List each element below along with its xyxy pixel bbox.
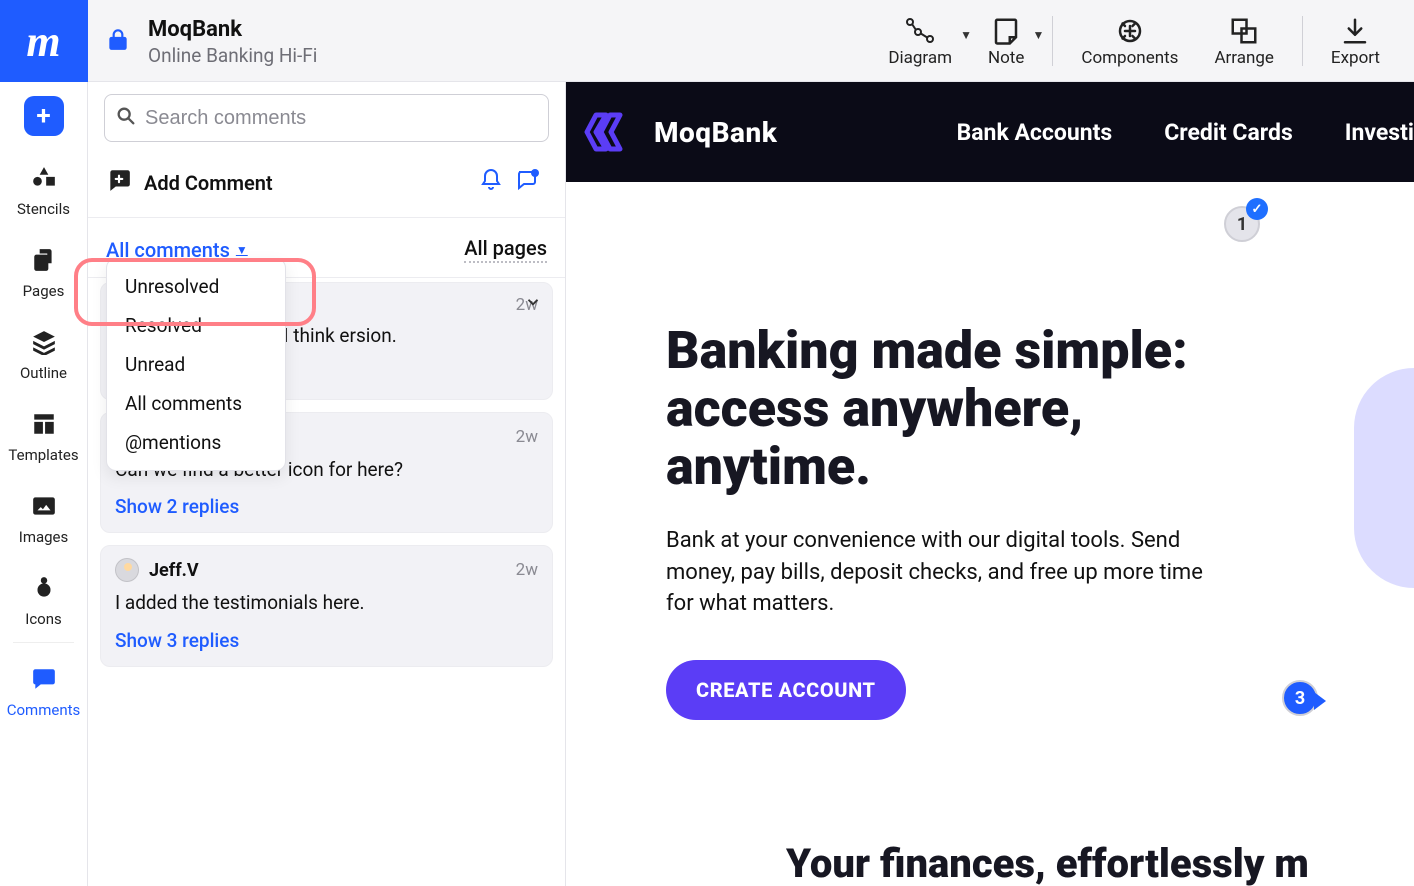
avatar xyxy=(115,558,139,582)
rail-icons[interactable]: Icons xyxy=(0,556,88,638)
arrange-icon xyxy=(1229,14,1259,48)
templates-icon xyxy=(26,406,62,442)
comment-settings-icon[interactable] xyxy=(509,164,547,201)
rail-templates[interactable]: Templates xyxy=(0,392,88,474)
rail-separator xyxy=(13,642,74,643)
marker-number: 3 xyxy=(1295,688,1305,709)
rail-stencils[interactable]: Stencils xyxy=(0,146,88,228)
tool-label: Note xyxy=(988,48,1024,68)
add-button[interactable]: + xyxy=(0,82,88,146)
menu-item-unread[interactable]: Unread xyxy=(107,345,285,384)
menu-item-unresolved[interactable]: Unresolved xyxy=(107,267,285,306)
chevron-down-icon[interactable] xyxy=(524,293,542,315)
outline-icon xyxy=(26,324,62,360)
add-comment-row: Add Comment xyxy=(88,152,565,218)
tool-export[interactable]: Export xyxy=(1313,14,1414,68)
check-icon: ✓ xyxy=(1246,198,1268,220)
plus-icon: + xyxy=(24,96,64,136)
components-icon xyxy=(1115,14,1145,48)
menu-item-mentions[interactable]: @mentions xyxy=(107,423,285,462)
tool-arrange[interactable]: Arrange xyxy=(1196,14,1291,68)
search-input[interactable] xyxy=(145,107,538,130)
mock-brand: MoqBank xyxy=(654,116,777,149)
tool-diagram[interactable]: Diagram ▼ xyxy=(870,14,970,68)
rail-label: Pages xyxy=(0,282,88,300)
pages-icon xyxy=(26,242,62,278)
stencils-icon xyxy=(26,160,62,196)
tool-note[interactable]: Note ▼ xyxy=(970,14,1042,68)
hero-title: Banking made simple: access anywhere, an… xyxy=(666,322,1246,497)
logo-m-icon: m xyxy=(26,16,60,67)
add-comment-icon[interactable] xyxy=(106,167,132,198)
search-comments[interactable] xyxy=(104,94,549,142)
project-title: MoqBank xyxy=(148,17,317,42)
comment-author: Jeff.V xyxy=(149,560,199,581)
tool-label: Components xyxy=(1081,48,1178,68)
app-logo[interactable]: m xyxy=(0,0,88,82)
comments-panel: Add Comment All comments ▼ All pages 2w … xyxy=(88,82,566,886)
tool-label: Arrange xyxy=(1214,48,1273,68)
show-replies-link[interactable]: Show 3 replies xyxy=(115,629,538,652)
caret-down-icon: ▼ xyxy=(236,243,248,257)
nav-bank-accounts[interactable]: Bank Accounts xyxy=(957,119,1113,146)
mock-hero: Banking made simple: access anywhere, an… xyxy=(566,182,1246,720)
bell-icon[interactable] xyxy=(473,164,509,201)
comment-timestamp: 2w xyxy=(516,560,538,580)
rail-label: Templates xyxy=(0,446,88,464)
comments-icon xyxy=(26,661,62,697)
nav-credit-cards[interactable]: Credit Cards xyxy=(1164,119,1293,146)
rail-label: Stencils xyxy=(0,200,88,218)
top-toolbar: MoqBank Online Banking Hi-Fi Diagram ▼ N… xyxy=(88,0,1414,82)
mock-nav: Bank Accounts Credit Cards Investi xyxy=(957,119,1414,146)
rail-label: Icons xyxy=(0,610,88,628)
tool-label: Export xyxy=(1331,48,1380,68)
export-icon xyxy=(1340,14,1370,48)
comment-marker-1[interactable]: 1 ✓ xyxy=(1224,206,1260,242)
images-icon xyxy=(26,488,62,524)
comment-filter-menu[interactable]: Unresolved Resolved Unread All comments … xyxy=(106,258,286,471)
design-canvas[interactable]: MoqBank Bank Accounts Credit Cards Inves… xyxy=(566,82,1414,886)
marker-number: 1 xyxy=(1237,214,1247,235)
rail-label: Outline xyxy=(0,364,88,382)
comment-timestamp: 2w xyxy=(516,427,538,447)
menu-item-resolved[interactable]: Resolved xyxy=(107,306,285,345)
moqbank-logo-icon xyxy=(584,111,630,153)
rail-label: Images xyxy=(0,528,88,546)
diagram-icon xyxy=(904,14,936,48)
menu-item-all[interactable]: All comments xyxy=(107,384,285,423)
rail-comments[interactable]: Comments xyxy=(0,651,88,729)
add-comment-label[interactable]: Add Comment xyxy=(144,171,273,195)
toolbar-separator xyxy=(1052,16,1053,66)
rail-outline[interactable]: Outline xyxy=(0,310,88,392)
comment-marker-3[interactable]: 3 xyxy=(1282,680,1318,716)
lock-icon[interactable] xyxy=(88,26,148,56)
nav-investing[interactable]: Investi xyxy=(1345,119,1414,146)
mock-site-header: MoqBank Bank Accounts Credit Cards Inves… xyxy=(566,82,1414,182)
project-subtitle: Online Banking Hi-Fi xyxy=(148,44,317,67)
rail-label: Comments xyxy=(0,701,88,719)
mock-subheadline: Your finances, effortlessly m xyxy=(786,840,1414,886)
tool-label: Diagram xyxy=(888,48,952,68)
search-icon xyxy=(115,105,137,131)
show-replies-link[interactable]: Show 2 replies xyxy=(115,495,538,518)
rail-pages[interactable]: Pages xyxy=(0,228,88,310)
project-info[interactable]: MoqBank Online Banking Hi-Fi xyxy=(148,15,317,67)
toolbar-separator xyxy=(1302,16,1303,66)
note-icon xyxy=(991,14,1021,48)
filter-pages-dropdown[interactable]: All pages xyxy=(464,236,547,263)
create-account-button[interactable]: CREATE ACCOUNT xyxy=(666,660,906,720)
left-rail: m + Stencils Pages Outline Templates Ima… xyxy=(0,0,88,886)
hero-body: Bank at your convenience with our digita… xyxy=(666,525,1226,621)
decorative-blob xyxy=(1354,368,1414,588)
icons-icon xyxy=(26,570,62,606)
rail-images[interactable]: Images xyxy=(0,474,88,556)
comment-thread[interactable]: Jeff.V 2w I added the testimonials here.… xyxy=(100,545,553,667)
caret-down-icon: ▼ xyxy=(1033,28,1045,42)
comment-body: I added the testimonials here. xyxy=(115,590,538,617)
tool-components[interactable]: Components xyxy=(1063,14,1196,68)
